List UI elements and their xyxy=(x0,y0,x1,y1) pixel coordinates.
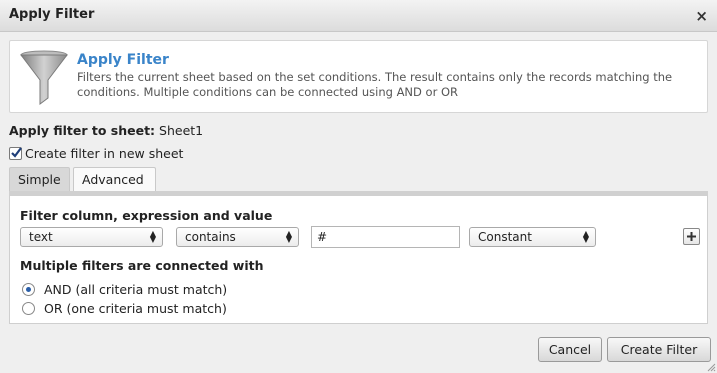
simple-panel: Filter column, expression and value text… xyxy=(9,191,708,324)
connector-heading: Multiple filters are connected with xyxy=(20,258,264,273)
plus-icon xyxy=(687,232,696,241)
add-filter-button[interactable] xyxy=(683,228,700,245)
updown-arrow-icon: ▲ ▼ xyxy=(149,229,156,244)
column-select[interactable]: text ▲ ▼ xyxy=(20,227,163,247)
dialog-titlebar: Apply Filter × xyxy=(0,0,717,32)
tab-advanced[interactable]: Advanced xyxy=(73,167,156,192)
info-box: Apply Filter Filters the current sheet b… xyxy=(9,40,708,113)
radio-and[interactable] xyxy=(22,283,35,296)
close-icon[interactable]: × xyxy=(695,8,708,24)
new-sheet-label[interactable]: Create filter in new sheet xyxy=(25,146,183,161)
cancel-button[interactable]: Cancel xyxy=(538,337,602,362)
radio-or-option[interactable]: OR (one criteria must match) xyxy=(22,301,227,316)
filter-heading: Filter column, expression and value xyxy=(20,208,273,223)
radio-and-option[interactable]: AND (all criteria must match) xyxy=(22,282,227,297)
filter-value-input[interactable]: # xyxy=(311,226,460,248)
funnel-icon xyxy=(20,50,68,105)
value-type-select-value: Constant xyxy=(478,230,532,244)
target-sheet-label: Apply filter to sheet: xyxy=(9,123,156,138)
updown-arrow-icon: ▲ ▼ xyxy=(285,229,292,244)
tab-simple[interactable]: Simple xyxy=(9,167,70,192)
expression-select[interactable]: contains ▲ ▼ xyxy=(176,227,299,247)
column-select-value: text xyxy=(29,230,53,244)
radio-or-label[interactable]: OR (one criteria must match) xyxy=(44,301,227,316)
radio-or[interactable] xyxy=(22,302,35,315)
target-sheet-row: Apply filter to sheet: Sheet1 xyxy=(9,123,203,138)
create-filter-button[interactable]: Create Filter xyxy=(607,337,711,362)
resize-grip-icon[interactable] xyxy=(706,362,716,372)
info-title: Apply Filter xyxy=(77,52,169,68)
info-description: Filters the current sheet based on the s… xyxy=(77,70,673,99)
checkmark-icon xyxy=(11,147,22,158)
new-sheet-option[interactable]: Create filter in new sheet xyxy=(9,146,183,161)
radio-and-label[interactable]: AND (all criteria must match) xyxy=(44,282,227,297)
value-type-select[interactable]: Constant ▲ ▼ xyxy=(469,227,596,247)
updown-arrow-icon: ▲ ▼ xyxy=(582,229,589,244)
target-sheet-value: Sheet1 xyxy=(159,123,204,138)
dialog-title: Apply Filter xyxy=(9,7,95,22)
new-sheet-checkbox[interactable] xyxy=(9,147,22,160)
expression-select-value: contains xyxy=(185,230,236,244)
